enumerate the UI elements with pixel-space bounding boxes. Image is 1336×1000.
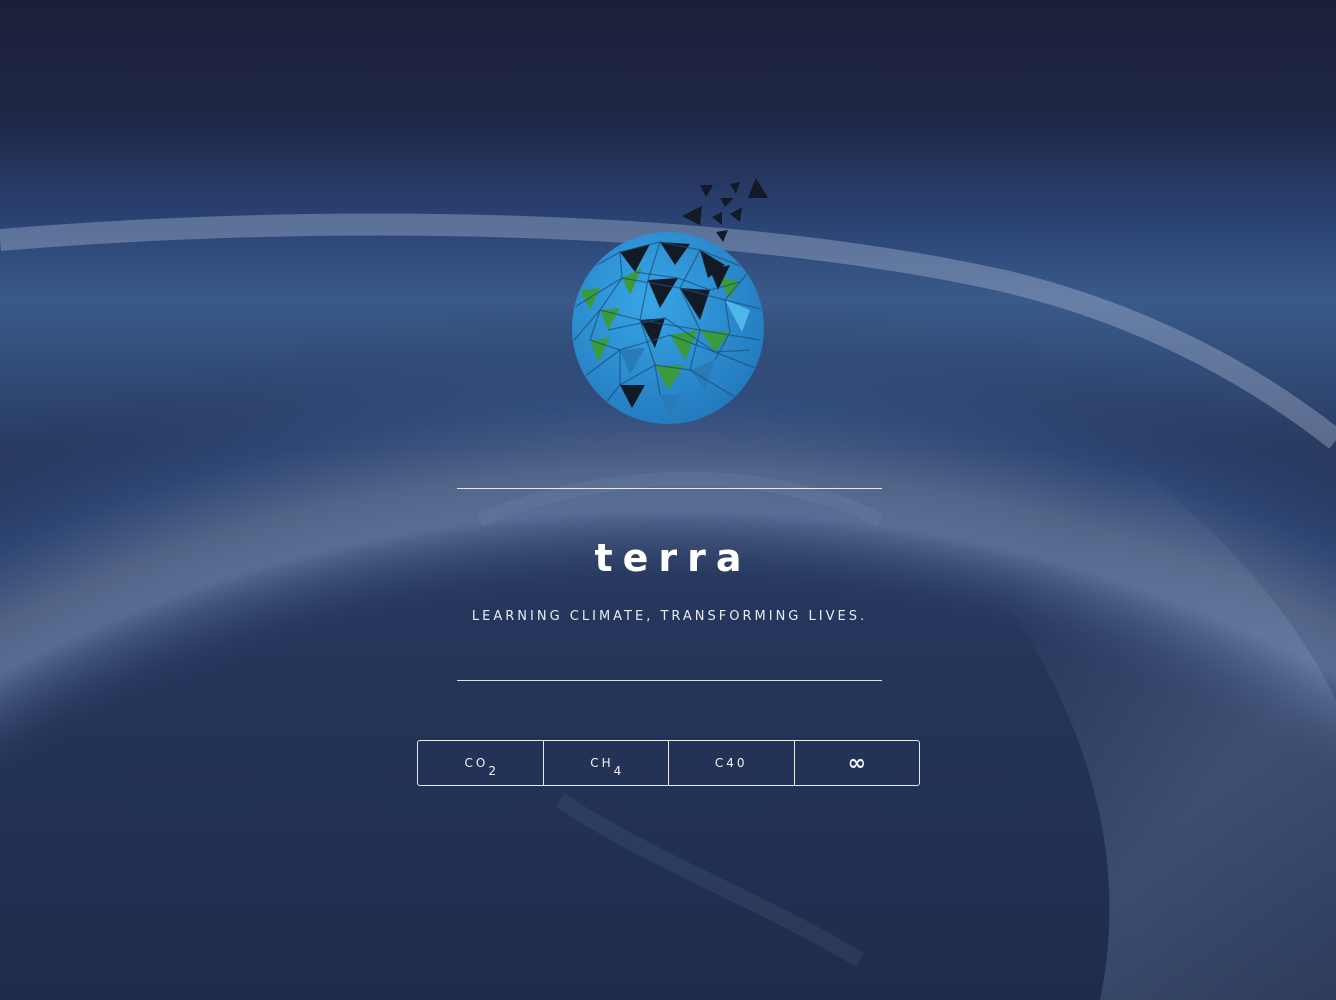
geodesic-globe-icon [560, 170, 780, 430]
co2-label: CO [464, 756, 489, 770]
c40-label: C40 [714, 756, 748, 770]
ch4-subscript: 4 [613, 764, 622, 778]
gas-selector: CO 2 CH 4 C40 ∞ [417, 740, 920, 786]
ch4-label: CH [590, 756, 614, 770]
app-title: terra [594, 536, 752, 580]
tagline: LEARNING CLIMATE, TRANSFORMING LIVES. [471, 609, 868, 624]
co2-button[interactable]: CO 2 [418, 741, 544, 785]
infinity-icon: ∞ [847, 750, 866, 776]
infinity-button[interactable]: ∞ [795, 741, 920, 785]
top-divider [457, 488, 882, 489]
ch4-button[interactable]: CH 4 [544, 741, 669, 785]
co2-subscript: 2 [488, 764, 496, 778]
earth-background [0, 0, 1336, 1000]
flying-triangles [682, 178, 768, 242]
bottom-divider [457, 680, 882, 681]
c40-button[interactable]: C40 [669, 741, 795, 785]
